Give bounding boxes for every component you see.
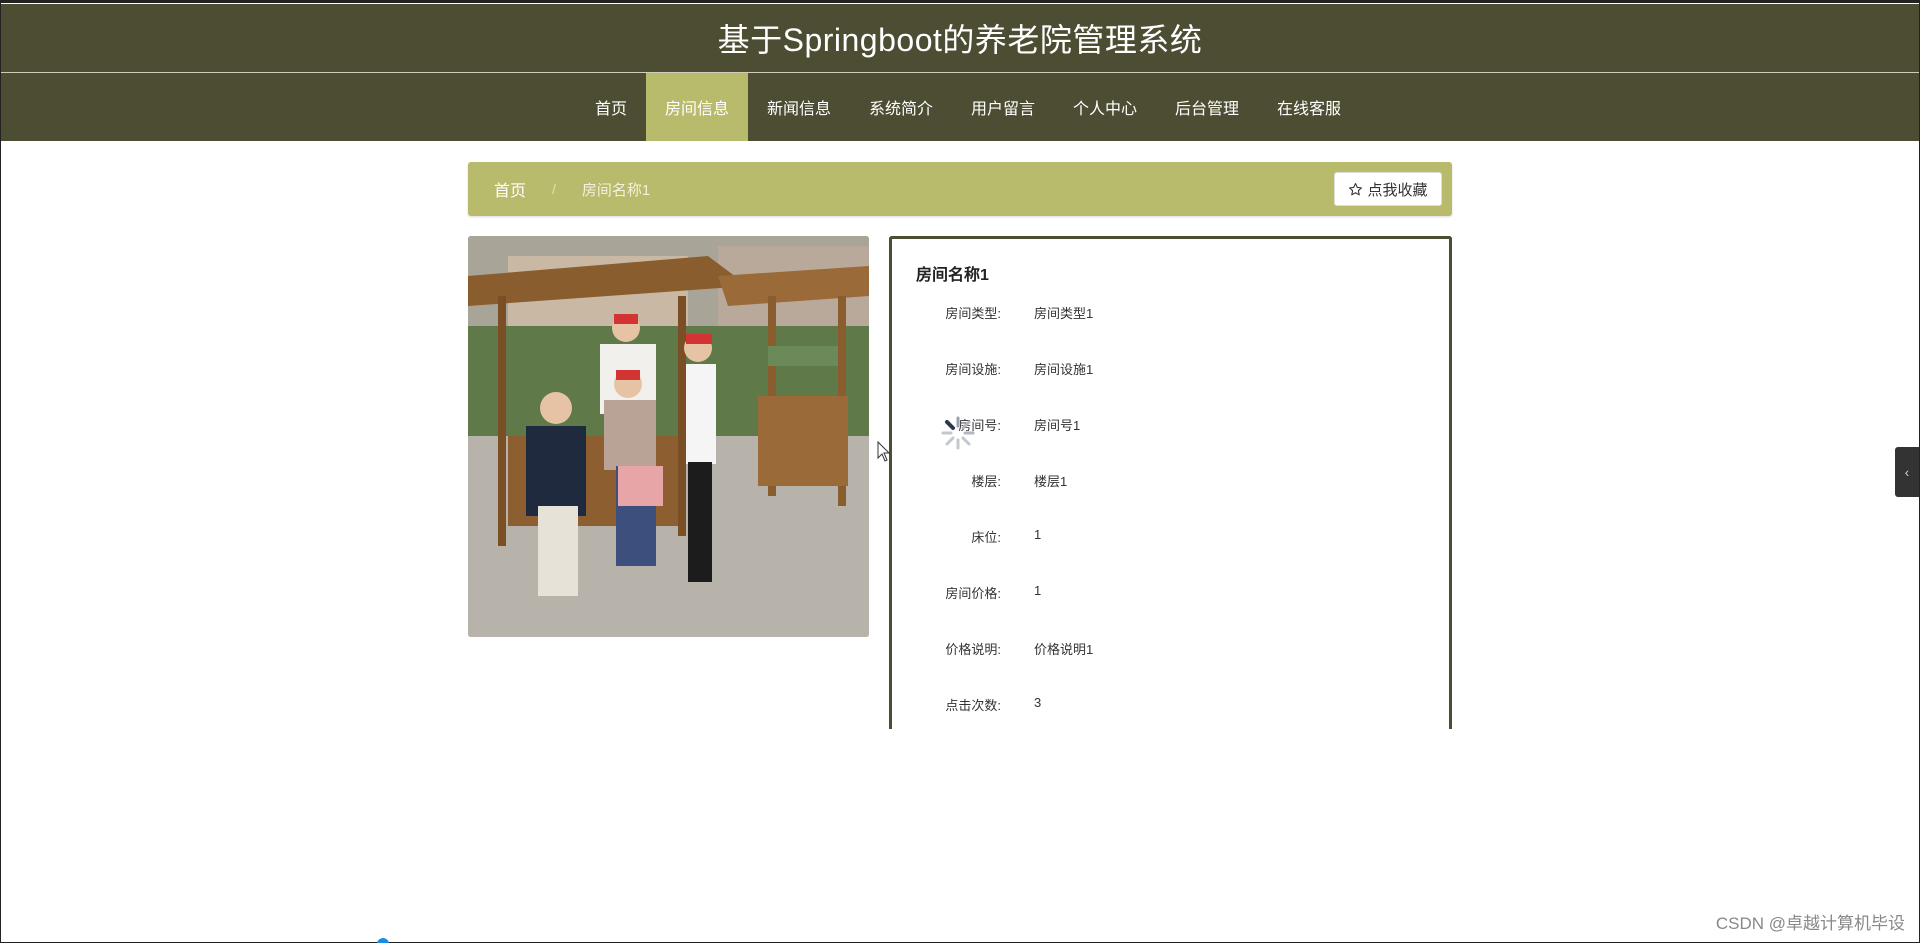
detail-value: 1 xyxy=(1034,583,1042,598)
nav-item-7[interactable]: 在线客服 xyxy=(1258,73,1360,141)
mouse-cursor-icon xyxy=(877,441,891,462)
page: 基于Springboot的养老院管理系统 首页 房间信息 新闻信息 系统简介 用户留言个… xyxy=(0,0,1920,943)
detail-value: 房间设施1 xyxy=(1034,362,1094,377)
breadcrumb-current: 房间名称1 xyxy=(581,181,651,199)
nav-item-6[interactable]: 后台管理 xyxy=(1156,73,1258,141)
main-nav: 首页 房间信息 新闻信息 系统简介 用户留言 个人中心 后台管理 在线客服 xyxy=(1,73,1919,141)
detail-label: 房间价格: xyxy=(945,586,1001,601)
detail-label: 床位: xyxy=(971,530,1001,545)
detail-row: 床位: 1 xyxy=(916,527,1425,583)
detail-row: 价格说明: 价格说明1 xyxy=(916,639,1425,695)
nav-item-4[interactable]: 用户留言 xyxy=(952,73,1054,141)
watermark: CSDN @卓越计算机毕设 xyxy=(1715,914,1905,933)
detail-row: 房间设施: 房间设施1 xyxy=(916,359,1425,415)
breadcrumb-separator: / xyxy=(552,181,556,197)
detail-label: 房间类型: xyxy=(945,306,1001,321)
side-panel-toggle[interactable]: ‹ xyxy=(1895,447,1919,497)
detail-value: 价格说明1 xyxy=(1034,642,1094,657)
nav-item-1[interactable]: 房间信息 xyxy=(645,73,748,141)
detail-label: 房间设施: xyxy=(945,362,1001,377)
room-title: 房间名称1 xyxy=(916,267,989,284)
detail-label: 点击次数: xyxy=(945,698,1001,713)
room-photo xyxy=(468,236,869,637)
detail-row: 点击次数: 3 xyxy=(916,695,1425,729)
detail-row: 房间价格: 1 xyxy=(916,583,1425,639)
detail-value: 房间号1 xyxy=(1034,418,1081,433)
detail-value: 3 xyxy=(1034,695,1042,710)
detail-value: 1 xyxy=(1034,527,1042,542)
breadcrumb: 首页 / 房间名称1 点我收藏 xyxy=(468,162,1452,216)
room-photo-image xyxy=(468,236,869,637)
nav-item-3[interactable]: 系统简介 xyxy=(850,73,952,141)
nav-item-0[interactable]: 首页 xyxy=(576,73,646,141)
detail-value: 房间类型1 xyxy=(1034,306,1094,321)
detail-label: 价格说明: xyxy=(945,642,1001,657)
star-icon xyxy=(1349,182,1363,195)
nav-item-2[interactable]: 新闻信息 xyxy=(748,73,850,141)
detail-label: 楼层: xyxy=(971,474,1001,489)
room-content: 房间名称1 房间类型: 房间类型1 房间设施: 房间设施1 房间号: 房间号1 楼层: 楼层1… xyxy=(468,236,1452,729)
room-details-panel: 房间名称1 房间类型: 房间类型1 房间设施: 房间设施1 房间号: 房间号1 楼层: 楼层1… xyxy=(889,236,1452,729)
detail-row: 房间号: 房间号1 xyxy=(916,415,1425,471)
nav-item-5[interactable]: 个人中心 xyxy=(1054,73,1156,141)
site-title: 基于Springboot的养老院管理系统 xyxy=(717,22,1203,58)
nav-list: 首页 房间信息 新闻信息 系统简介 用户留言 个人中心 后台管理 在线客服 xyxy=(576,73,1360,141)
scroll-indicator xyxy=(377,938,389,943)
favorite-button[interactable]: 点我收藏 xyxy=(1334,172,1442,206)
detail-list: 房间类型: 房间类型1 房间设施: 房间设施1 房间号: 房间号1 楼层: 楼层1 床位: 1 房间… xyxy=(916,303,1425,729)
favorite-button-label: 点我收藏 xyxy=(1367,181,1428,199)
main-container: 首页 / 房间名称1 点我收藏 房间名称1 房间类型: 房间类型1 房间设施: … xyxy=(468,162,1452,729)
detail-row: 房间类型: 房间类型1 xyxy=(916,303,1425,359)
site-header: 基于Springboot的养老院管理系统 xyxy=(1,4,1919,73)
breadcrumb-home-link[interactable]: 首页 xyxy=(494,177,526,201)
detail-value: 楼层1 xyxy=(1034,474,1068,489)
detail-row: 楼层: 楼层1 xyxy=(916,471,1425,527)
loading-spinner-icon xyxy=(941,416,975,450)
